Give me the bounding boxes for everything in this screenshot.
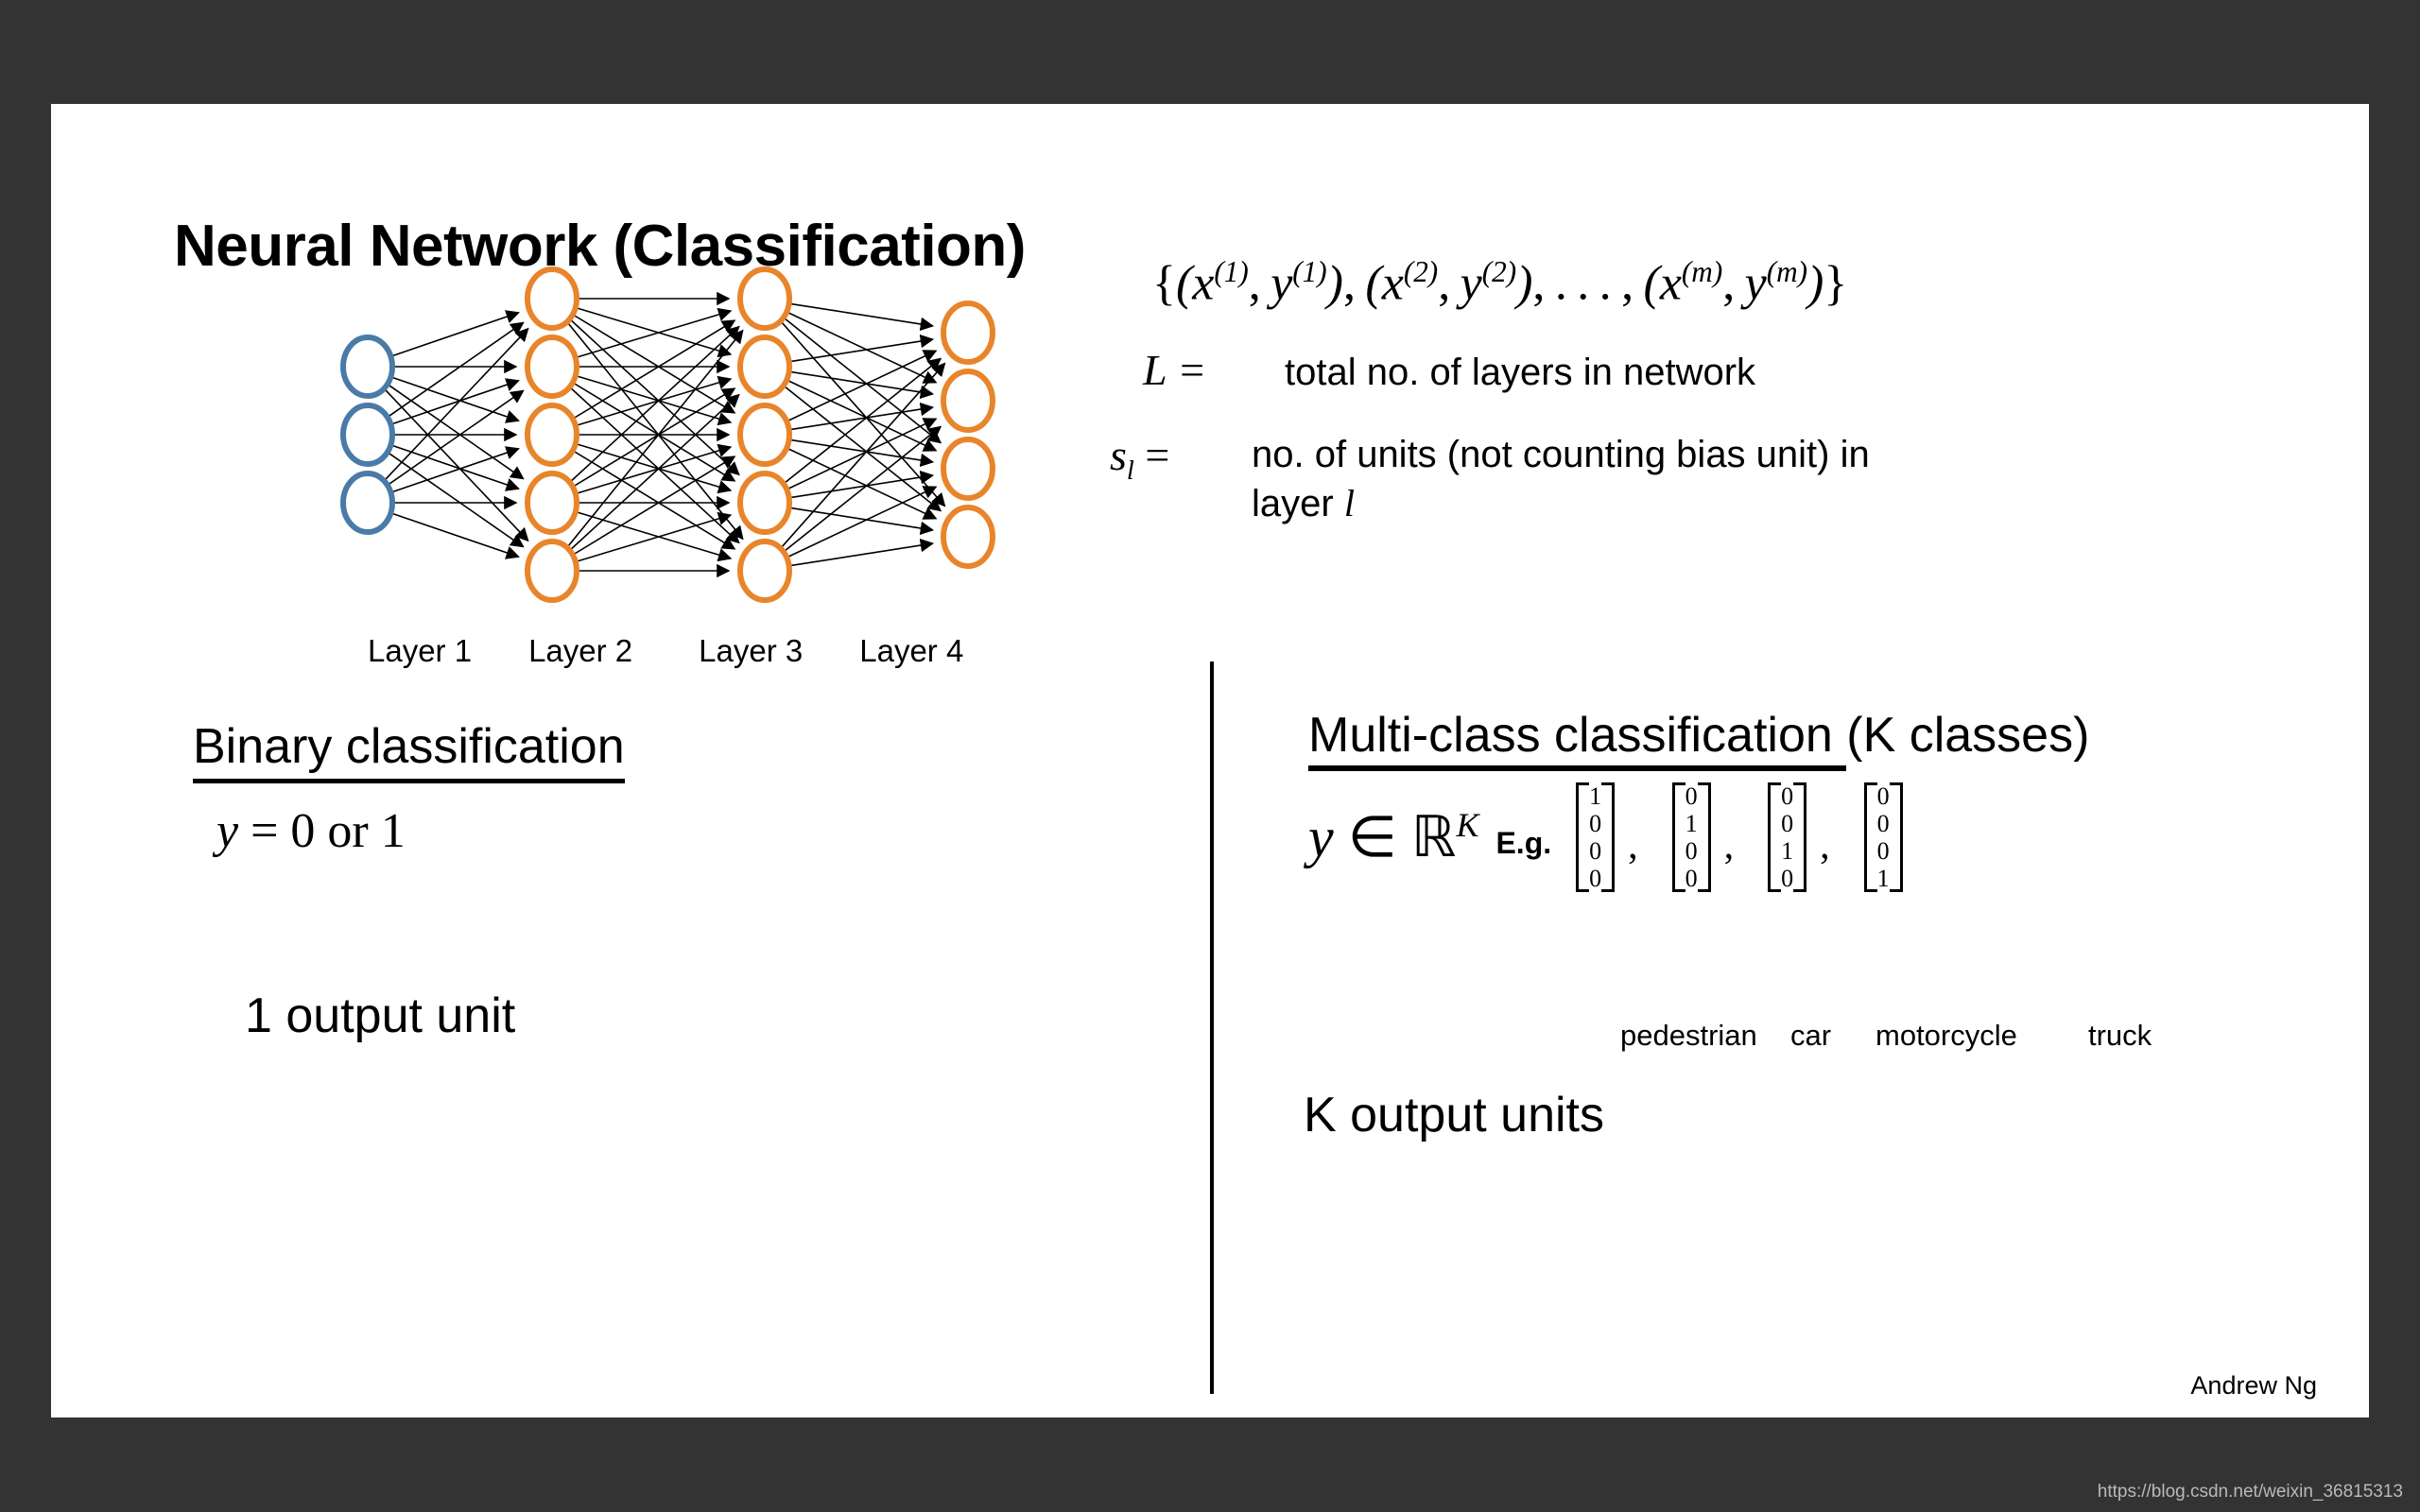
layer-label-3: Layer 3: [699, 633, 804, 668]
multiclass-classification-heading: Multi-class classification (K classes): [1308, 707, 2090, 771]
one-hot-vector-3: 0 0 1 0: [1768, 782, 1807, 893]
class-label-car: car: [1790, 1019, 1832, 1052]
vector-1-elem-4: 0: [1589, 865, 1602, 893]
s-description-line2: layer: [1252, 483, 1344, 524]
vector-3-elem-2: 0: [1781, 810, 1794, 838]
binary-output-units: 1 output unit: [245, 988, 516, 1043]
network-node-l4-3: [941, 437, 995, 501]
multiclass-vector-row: y ∈ ℝK E.g. 1 0 0 0 , 0 1 0 0 , 0 0 1 0 …: [1308, 782, 1907, 893]
vector-1-elem-3: 0: [1589, 837, 1602, 866]
one-hot-vector-4: 0 0 0 1: [1863, 782, 1903, 893]
vector-4-elem-4: 1: [1876, 865, 1890, 893]
network-node-l3-4: [737, 471, 792, 535]
vector-3-elem-4: 0: [1781, 865, 1794, 893]
layer-labels: Layer 1 Layer 2 Layer 3 Layer 4: [316, 633, 1110, 669]
vector-4-elem-3: 0: [1876, 837, 1890, 866]
vector-2-elem-1: 0: [1685, 782, 1698, 810]
network-node-l2-4: [525, 471, 579, 535]
one-hot-vector-2: 0 1 0 0: [1671, 782, 1711, 893]
slide-canvas: Neural Network (Classification) Layer 1 …: [51, 104, 2369, 1418]
class-label-pedestrian: pedestrian: [1620, 1019, 1757, 1052]
author-attribution: Andrew Ng: [2190, 1371, 2317, 1400]
layer-label-4: Layer 4: [859, 633, 964, 668]
multiclass-heading-rest: (K classes): [1846, 708, 2090, 763]
network-node-l2-5: [525, 539, 579, 603]
network-node-l3-3: [737, 403, 792, 467]
vector-4-elem-1: 0: [1876, 782, 1890, 810]
eg-label: E.g.: [1495, 825, 1552, 860]
multiclass-heading-underlined: Multi-class classification: [1308, 708, 1847, 771]
binary-equation-rest: = 0 or 1: [251, 804, 406, 858]
network-node-l1-3: [340, 471, 395, 535]
network-node-l3-1: [737, 266, 792, 331]
vector-separator-2: ,: [1723, 824, 1735, 868]
y-in-R-K: y ∈ ℝK: [1308, 806, 1479, 869]
vector-1-elem-2: 0: [1589, 810, 1602, 838]
network-node-l3-5: [737, 539, 792, 603]
class-label-motorcycle: motorcycle: [1876, 1019, 2017, 1052]
vector-4-elem-2: 0: [1876, 810, 1890, 838]
layer-label-1: Layer 1: [368, 633, 473, 668]
vector-1-elem-1: 1: [1589, 782, 1602, 810]
multiclass-output-units: K output units: [1304, 1088, 1604, 1143]
network-node-l4-1: [941, 301, 995, 365]
vector-3-elem-3: 1: [1781, 837, 1794, 866]
network-node-l1-2: [340, 403, 395, 467]
s-symbol: sl =: [1110, 431, 1170, 487]
network-node-l1-1: [340, 335, 395, 399]
network-node-l2-2: [525, 335, 579, 399]
s-description-layer-var: l: [1343, 482, 1355, 524]
network-node-l2-3: [525, 403, 579, 467]
vector-2-elem-2: 1: [1685, 810, 1698, 838]
network-node-l4-4: [941, 505, 995, 569]
vector-3-elem-1: 0: [1781, 782, 1794, 810]
vector-separator-1: ,: [1628, 824, 1638, 868]
layer-label-2: Layer 2: [528, 633, 633, 668]
training-set-notation: {(x(1), y(1)), (x(2), y(2)), . . . , (x(…: [1152, 255, 1848, 311]
L-symbol: L =: [1143, 346, 1207, 394]
binary-classification-equation: y = 0 or 1: [216, 803, 406, 859]
one-hot-vector-1: 1 0 0 0: [1576, 782, 1616, 893]
definition-L: L = total no. of layers in network: [1143, 345, 1755, 397]
vector-2-elem-4: 0: [1685, 865, 1698, 893]
network-node-l4-2: [941, 369, 995, 433]
network-node-l3-2: [737, 335, 792, 399]
definition-s-sub-l: sl = no. of units (not counting bias uni…: [1110, 430, 1870, 528]
vertical-divider: [1210, 662, 1214, 1394]
class-label-truck: truck: [2088, 1019, 2152, 1052]
L-description: total no. of layers in network: [1285, 352, 1756, 393]
class-name-labels: pedestrian car motorcycle truck: [1620, 1019, 2152, 1053]
vector-separator-3: ,: [1820, 824, 1830, 868]
vector-2-elem-3: 0: [1685, 837, 1698, 866]
s-description-line1: no. of units (not counting bias unit) in: [1252, 434, 1870, 475]
watermark-url: https://blog.csdn.net/weixin_36815313: [2097, 1482, 2403, 1502]
binary-classification-heading: Binary classification: [193, 718, 625, 783]
neural-network-diagram: [316, 255, 1091, 614]
network-node-l2-1: [525, 266, 579, 331]
binary-y-symbol: y: [216, 804, 239, 858]
s-description: no. of units (not counting bias unit) in…: [1252, 430, 1870, 528]
